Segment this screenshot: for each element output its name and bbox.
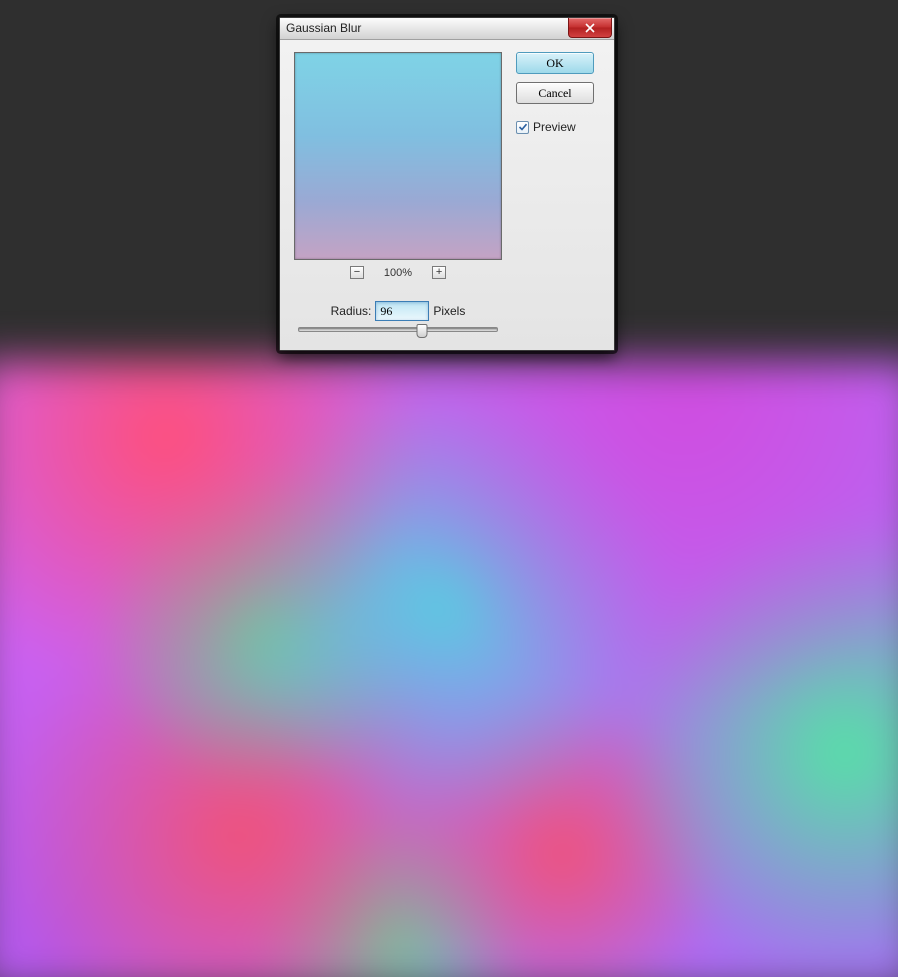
check-icon [518, 122, 528, 132]
slider-handle[interactable] [416, 324, 427, 338]
zoom-controls: − 100% + [350, 266, 446, 279]
zoom-level-label: 100% [384, 267, 412, 279]
radius-label: Radius: [331, 304, 372, 318]
right-column: OK Cancel Preview [516, 52, 594, 332]
radius-slider[interactable] [298, 327, 498, 332]
plus-icon: + [436, 267, 442, 278]
gaussian-blur-dialog: Gaussian Blur − 100% + Radius: Pixels [279, 17, 615, 351]
dialog-title: Gaussian Blur [280, 18, 568, 39]
close-icon [584, 23, 596, 33]
titlebar[interactable]: Gaussian Blur [280, 18, 614, 40]
effect-preview[interactable] [294, 52, 502, 260]
preview-label: Preview [533, 120, 576, 134]
cancel-button[interactable]: Cancel [516, 82, 594, 104]
left-column: − 100% + Radius: Pixels [294, 52, 502, 332]
minus-icon: − [354, 267, 360, 278]
ok-label: OK [546, 56, 563, 71]
close-button[interactable] [568, 18, 612, 38]
radius-unit: Pixels [433, 304, 465, 318]
ok-button[interactable]: OK [516, 52, 594, 74]
dialog-body: − 100% + Radius: Pixels OK Cancel [280, 40, 614, 350]
preview-toggle-row: Preview [516, 120, 594, 134]
radius-row: Radius: Pixels [331, 301, 466, 321]
blurred-canvas-preview [0, 361, 898, 977]
zoom-in-button[interactable]: + [432, 266, 446, 279]
cancel-label: Cancel [538, 86, 571, 101]
zoom-out-button[interactable]: − [350, 266, 364, 279]
radius-input[interactable] [375, 301, 429, 321]
preview-checkbox[interactable] [516, 121, 529, 134]
